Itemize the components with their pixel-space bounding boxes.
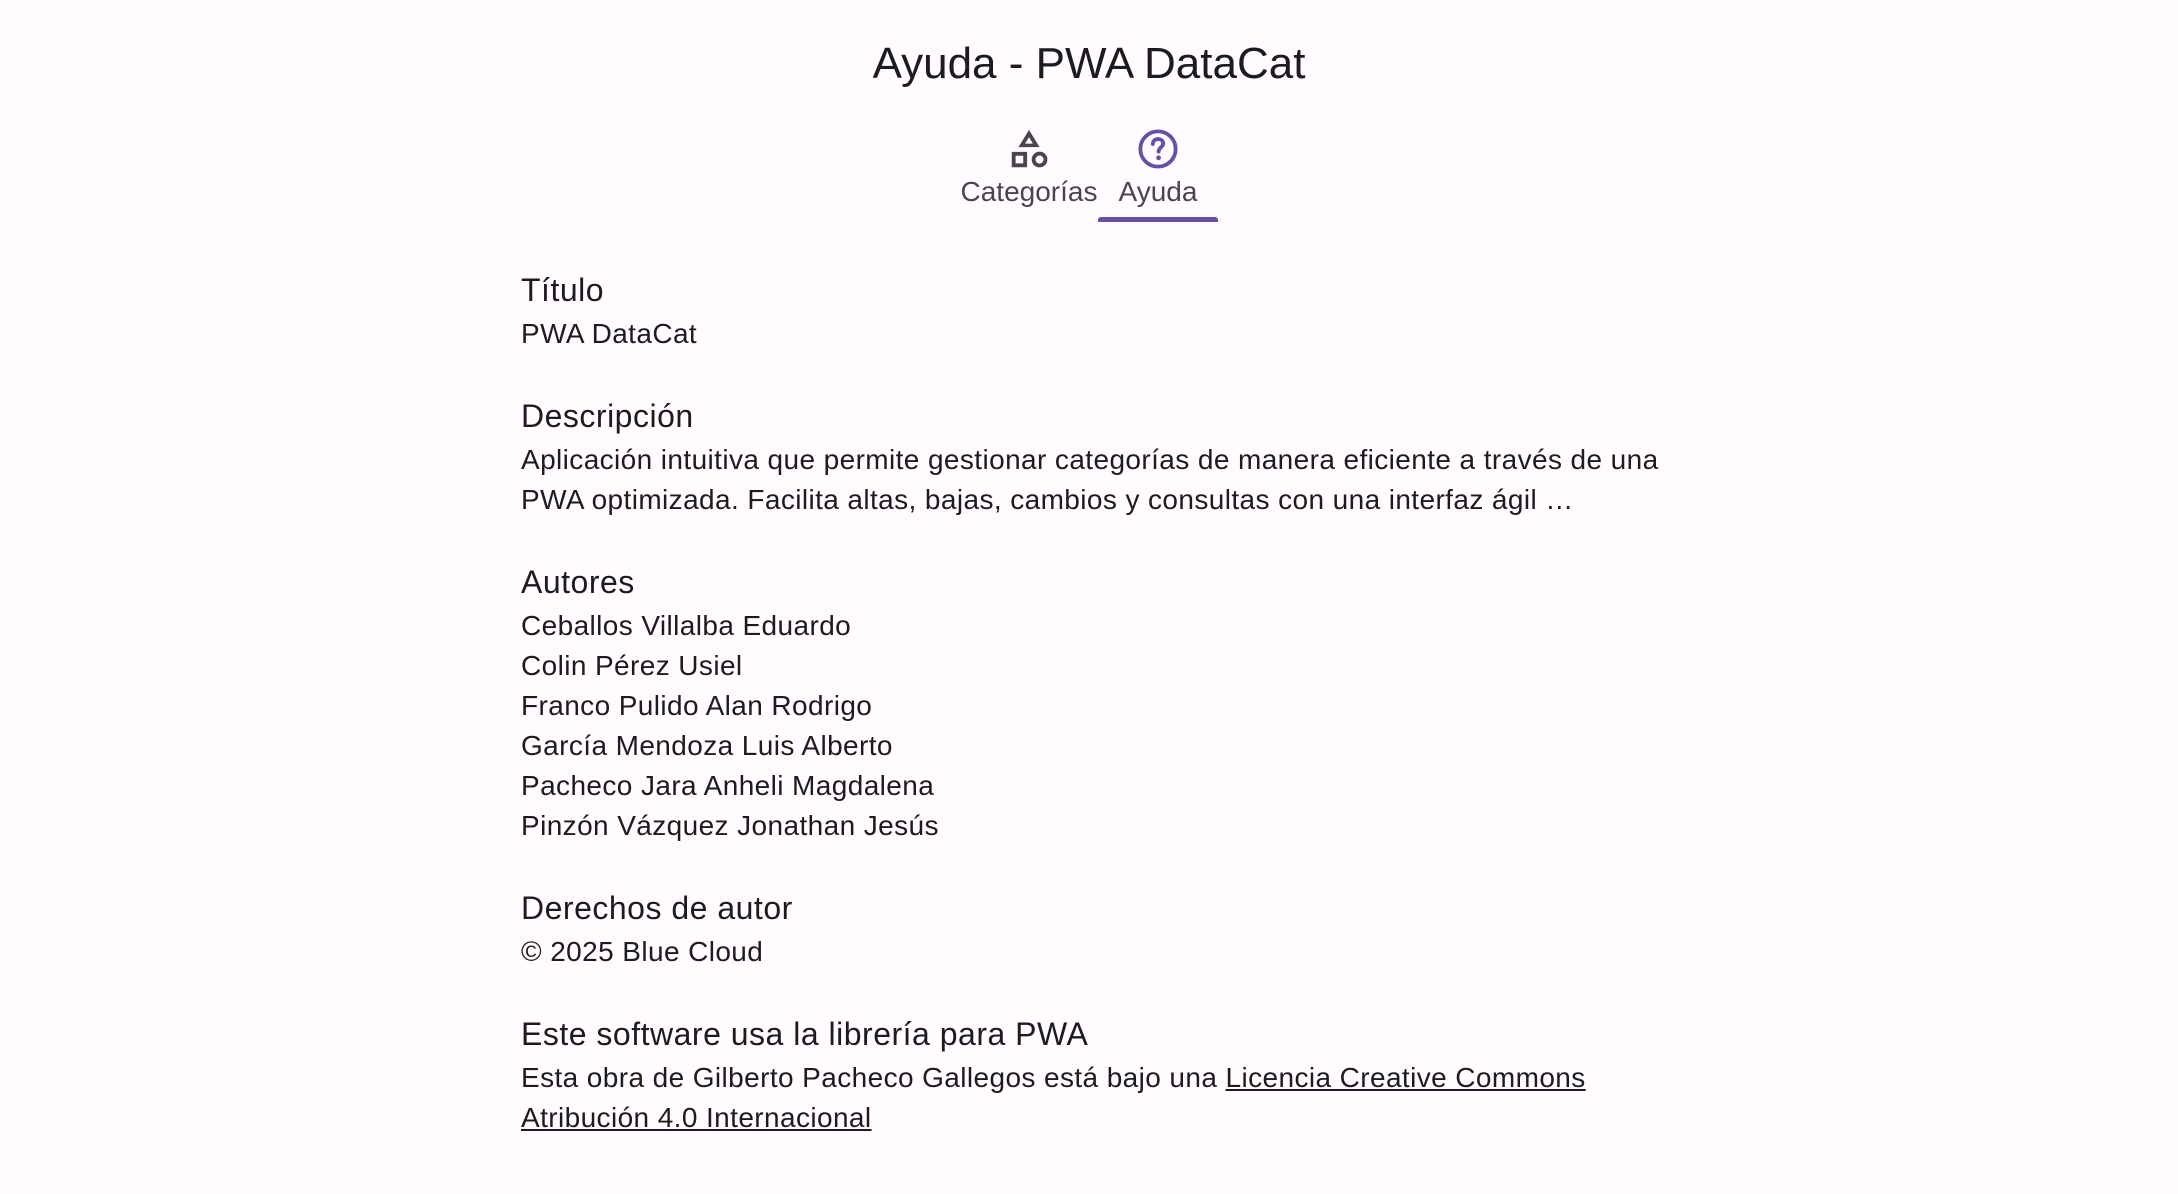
author-item: García Mendoza Luis Alberto xyxy=(521,730,893,761)
section-titulo: Título PWA DataCat xyxy=(521,266,1681,354)
tab-bar: Categorías Ayuda xyxy=(960,126,1218,222)
author-item: Colin Pérez Usiel xyxy=(521,650,743,681)
author-item: Ceballos Villalba Eduardo xyxy=(521,610,852,641)
page-title: Ayuda - PWA DataCat xyxy=(872,39,1306,88)
section-libreria: Este software usa la librería para PWA E… xyxy=(521,1010,1681,1138)
help-circle-icon xyxy=(1138,129,1178,169)
active-tab-indicator xyxy=(1098,217,1218,222)
copyright-text: © 2025 Blue Cloud xyxy=(521,936,764,967)
category-shapes-icon xyxy=(1011,129,1048,168)
tab-categorias-label: Categorías xyxy=(960,176,1098,207)
author-item: Franco Pulido Alan Rodrigo xyxy=(521,690,873,721)
tab-ayuda[interactable]: Ayuda xyxy=(1098,126,1218,222)
tab-categorias[interactable]: Categorías xyxy=(960,126,1098,222)
section-titulo-heading: Título xyxy=(521,272,605,308)
author-item: Pacheco Jara Anheli Magdalena xyxy=(521,770,935,801)
author-item: Pinzón Vázquez Jonathan Jesús xyxy=(521,810,939,841)
section-autores: Autores Ceballos Villalba Eduardo Colin … xyxy=(521,558,1681,846)
section-descripcion: Descripción Aplicación intuitiva que per… xyxy=(521,392,1681,520)
section-autores-heading: Autores xyxy=(521,564,635,600)
section-descripcion-value: Aplicación intuitiva que permite gestion… xyxy=(521,444,1659,515)
section-derechos-heading: Derechos de autor xyxy=(521,890,793,926)
license-text: Esta obra de Gilberto Pacheco Gallegos e… xyxy=(521,1062,1226,1093)
section-derechos: Derechos de autor © 2025 Blue Cloud xyxy=(521,884,1681,972)
help-page: Ayuda - PWA DataCat Categorías Ayuda Tít… xyxy=(0,0,2178,1194)
section-descripcion-heading: Descripción xyxy=(521,398,694,434)
section-titulo-value: PWA DataCat xyxy=(521,318,698,349)
license-paragraph: Esta obra de Gilberto Pacheco Gallegos e… xyxy=(521,1058,1681,1138)
section-libreria-heading: Este software usa la librería para PWA xyxy=(521,1016,1089,1052)
help-content: Título PWA DataCat Descripción Aplicació… xyxy=(521,266,1681,1176)
tab-ayuda-label: Ayuda xyxy=(1118,176,1198,207)
